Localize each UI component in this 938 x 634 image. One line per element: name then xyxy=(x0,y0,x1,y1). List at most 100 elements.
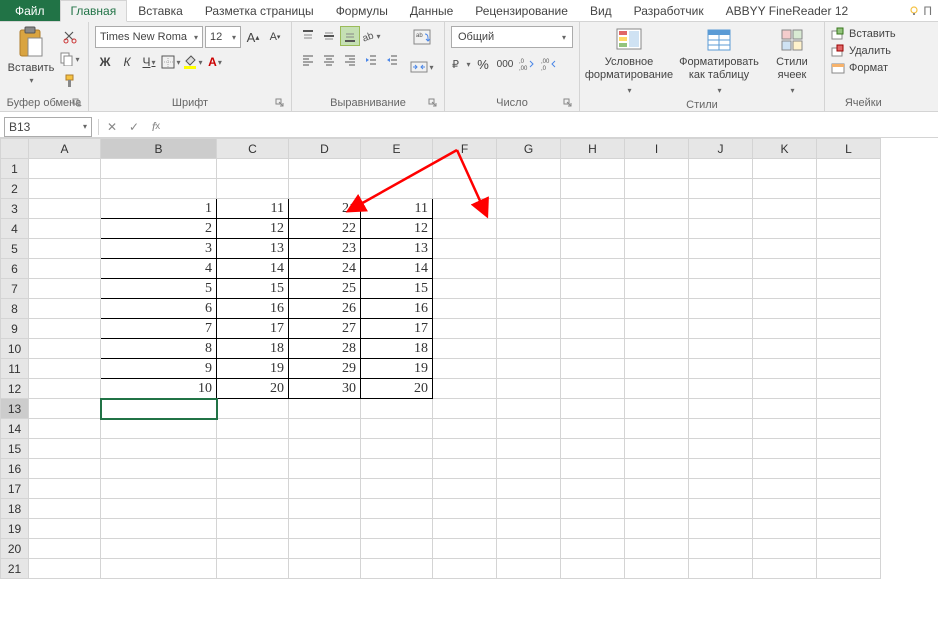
cell-G2[interactable] xyxy=(497,179,561,199)
cell-C5[interactable]: 13 xyxy=(217,239,289,259)
cell-E19[interactable] xyxy=(361,519,433,539)
cell-H20[interactable] xyxy=(561,539,625,559)
cell-C7[interactable]: 15 xyxy=(217,279,289,299)
tab-view[interactable]: Вид xyxy=(579,0,623,21)
tab-home[interactable]: Главная xyxy=(60,0,128,22)
copy-button[interactable]: ▾ xyxy=(60,50,80,68)
cell-F21[interactable] xyxy=(433,559,497,579)
cell-B1[interactable] xyxy=(101,159,217,179)
align-bottom-button[interactable] xyxy=(340,26,360,46)
cell-E10[interactable]: 18 xyxy=(361,339,433,359)
cell-styles-button[interactable]: Стили ячеек▾ xyxy=(764,24,820,97)
number-format-select[interactable]: Общий▾ xyxy=(451,26,573,48)
cell-A21[interactable] xyxy=(29,559,101,579)
cell-F10[interactable] xyxy=(433,339,497,359)
cell-J6[interactable] xyxy=(689,259,753,279)
formula-input[interactable] xyxy=(167,117,938,137)
cell-G15[interactable] xyxy=(497,439,561,459)
cell-K19[interactable] xyxy=(753,519,817,539)
enter-formula-button[interactable]: ✓ xyxy=(123,117,145,137)
cell-D2[interactable] xyxy=(289,179,361,199)
align-right-button[interactable] xyxy=(340,50,360,70)
cell-H10[interactable] xyxy=(561,339,625,359)
row-header-15[interactable]: 15 xyxy=(1,439,29,459)
cell-F17[interactable] xyxy=(433,479,497,499)
insert-cells-button[interactable]: Вставить xyxy=(831,27,896,41)
cell-L19[interactable] xyxy=(817,519,881,539)
align-left-button[interactable] xyxy=(298,50,318,70)
cell-G5[interactable] xyxy=(497,239,561,259)
cell-H4[interactable] xyxy=(561,219,625,239)
dialog-launcher-font[interactable] xyxy=(275,98,285,108)
cell-H5[interactable] xyxy=(561,239,625,259)
cell-E8[interactable]: 16 xyxy=(361,299,433,319)
cell-B3[interactable]: 1 xyxy=(101,199,217,219)
cell-B6[interactable]: 4 xyxy=(101,259,217,279)
cell-C19[interactable] xyxy=(217,519,289,539)
cut-button[interactable] xyxy=(60,28,80,46)
cell-C15[interactable] xyxy=(217,439,289,459)
format-cells-button[interactable]: Формат xyxy=(831,61,896,75)
cell-J11[interactable] xyxy=(689,359,753,379)
cell-B12[interactable]: 10 xyxy=(101,379,217,399)
align-middle-button[interactable] xyxy=(319,26,339,46)
cell-A17[interactable] xyxy=(29,479,101,499)
column-header-K[interactable]: K xyxy=(753,139,817,159)
cell-D16[interactable] xyxy=(289,459,361,479)
cell-J19[interactable] xyxy=(689,519,753,539)
delete-cells-button[interactable]: Удалить xyxy=(831,44,896,58)
cell-D12[interactable]: 30 xyxy=(289,379,361,399)
cell-A6[interactable] xyxy=(29,259,101,279)
dialog-launcher-clipboard[interactable] xyxy=(72,98,82,108)
cell-J20[interactable] xyxy=(689,539,753,559)
tab-formulas[interactable]: Формулы xyxy=(325,0,399,21)
cell-A16[interactable] xyxy=(29,459,101,479)
cell-D11[interactable]: 29 xyxy=(289,359,361,379)
cell-A8[interactable] xyxy=(29,299,101,319)
cell-G11[interactable] xyxy=(497,359,561,379)
row-header-20[interactable]: 20 xyxy=(1,539,29,559)
cell-H1[interactable] xyxy=(561,159,625,179)
wrap-text-button[interactable]: ab xyxy=(410,26,434,48)
cell-C13[interactable] xyxy=(217,399,289,419)
cell-A5[interactable] xyxy=(29,239,101,259)
cell-E3[interactable]: 11 xyxy=(361,199,433,219)
cell-D5[interactable]: 23 xyxy=(289,239,361,259)
cell-J17[interactable] xyxy=(689,479,753,499)
cell-L17[interactable] xyxy=(817,479,881,499)
cell-F8[interactable] xyxy=(433,299,497,319)
italic-button[interactable]: К xyxy=(117,52,137,72)
cell-G18[interactable] xyxy=(497,499,561,519)
cell-H6[interactable] xyxy=(561,259,625,279)
column-header-C[interactable]: C xyxy=(217,139,289,159)
cell-A20[interactable] xyxy=(29,539,101,559)
cell-L13[interactable] xyxy=(817,399,881,419)
cell-I4[interactable] xyxy=(625,219,689,239)
cell-I18[interactable] xyxy=(625,499,689,519)
select-all-corner[interactable] xyxy=(1,139,29,159)
merge-button[interactable]: ▾ xyxy=(410,56,434,78)
cell-B10[interactable]: 8 xyxy=(101,339,217,359)
cell-E4[interactable]: 12 xyxy=(361,219,433,239)
cell-A11[interactable] xyxy=(29,359,101,379)
cell-F16[interactable] xyxy=(433,459,497,479)
cell-K14[interactable] xyxy=(753,419,817,439)
cell-I16[interactable] xyxy=(625,459,689,479)
cell-D18[interactable] xyxy=(289,499,361,519)
cell-J2[interactable] xyxy=(689,179,753,199)
cell-B4[interactable]: 2 xyxy=(101,219,217,239)
cell-A19[interactable] xyxy=(29,519,101,539)
cell-D14[interactable] xyxy=(289,419,361,439)
cell-B11[interactable]: 9 xyxy=(101,359,217,379)
cell-A13[interactable] xyxy=(29,399,101,419)
increase-indent-button[interactable] xyxy=(382,50,402,70)
decrease-font-button[interactable]: A▾ xyxy=(265,27,285,47)
row-header-16[interactable]: 16 xyxy=(1,459,29,479)
cell-J9[interactable] xyxy=(689,319,753,339)
cell-J12[interactable] xyxy=(689,379,753,399)
cell-H18[interactable] xyxy=(561,499,625,519)
cell-L9[interactable] xyxy=(817,319,881,339)
cell-G13[interactable] xyxy=(497,399,561,419)
conditional-formatting-button[interactable]: Условное форматирование▾ xyxy=(584,24,674,97)
cell-H21[interactable] xyxy=(561,559,625,579)
